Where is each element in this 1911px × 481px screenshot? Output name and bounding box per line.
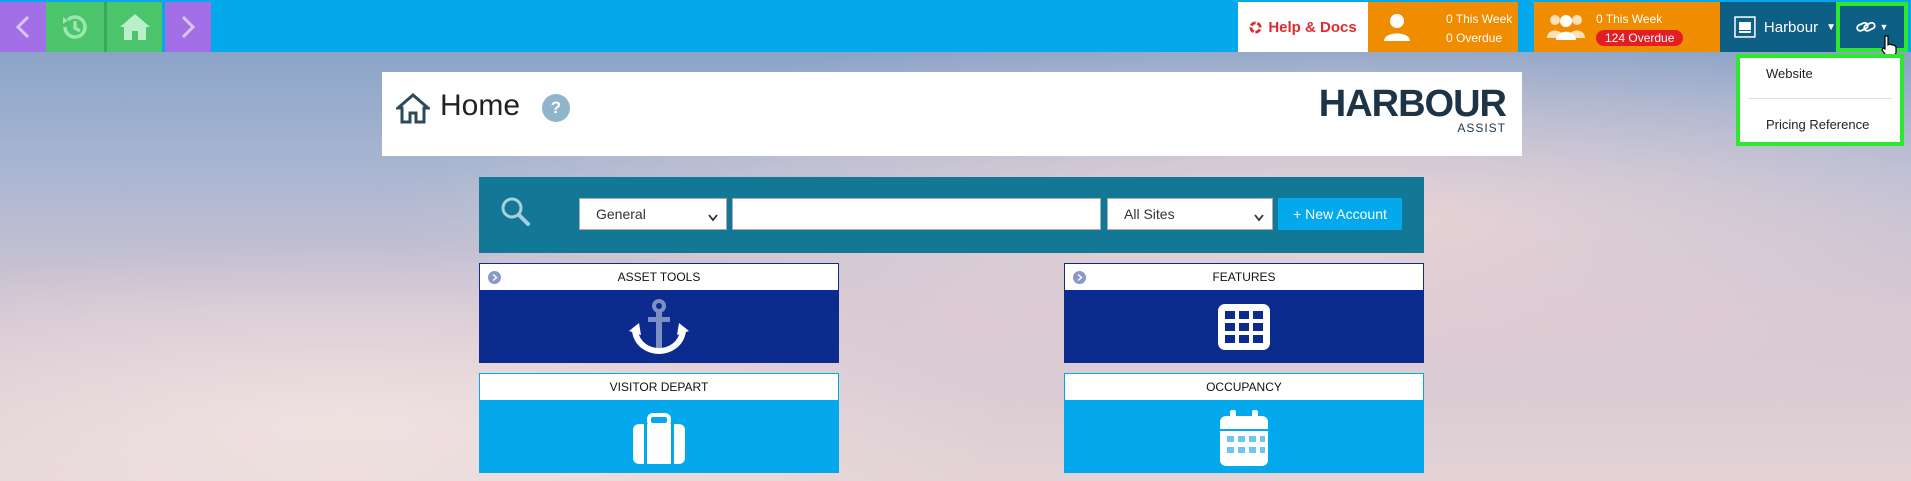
my-tasks-button[interactable]: 0 This Week 0 Overdue: [1368, 2, 1518, 52]
my-tasks-this-week: 0 This Week: [1446, 12, 1513, 26]
search-input[interactable]: [732, 198, 1101, 230]
tile-label: VISITOR DEPART: [479, 373, 839, 401]
site-select-value: All Sites: [1124, 206, 1175, 222]
chevron-right-icon: [181, 15, 195, 39]
user-icon: [1384, 14, 1410, 41]
site-select[interactable]: All Sites: [1107, 198, 1273, 230]
harbour-assist-logo: HARBOUR ASSIST: [1318, 83, 1507, 134]
my-tasks-overdue: 0 Overdue: [1446, 31, 1503, 45]
history-button[interactable]: [46, 2, 104, 52]
tile-visitor-depart[interactable]: VISITOR DEPART: [479, 373, 839, 473]
top-bar: Help & Docs 0 This Week 0 Overdue 0 This…: [0, 0, 1911, 52]
tile-label-text: VISITOR DEPART: [609, 380, 709, 394]
chevron-down-icon: [708, 209, 718, 225]
home-button[interactable]: [104, 2, 162, 52]
team-tasks-button[interactable]: 0 This Week 124 Overdue: [1534, 2, 1720, 52]
help-docs-label: Help & Docs: [1268, 18, 1357, 36]
home-icon: [396, 93, 430, 124]
help-docs-link[interactable]: Help & Docs: [1238, 2, 1368, 52]
page-header: Home ? HARBOUR ASSIST: [382, 72, 1522, 156]
tile-occupancy[interactable]: OCCUPANCY: [1064, 373, 1424, 473]
tile-label: ASSET TOOLS: [479, 263, 839, 291]
tile-label-text: FEATURES: [1212, 270, 1276, 284]
search-bar: General All Sites + New Account: [479, 177, 1424, 253]
harbour-logo-icon: [1734, 16, 1756, 38]
team-tasks-this-week: 0 This Week: [1596, 12, 1663, 26]
tile-body[interactable]: [1064, 291, 1424, 363]
harbour-label: Harbour: [1763, 18, 1819, 36]
chevron-right-icon[interactable]: [488, 271, 501, 284]
caret-down-icon: ▼: [1879, 22, 1889, 32]
back-button[interactable]: [0, 2, 46, 52]
dropdown-divider: [1748, 98, 1892, 99]
tile-features[interactable]: FEATURES: [1064, 263, 1424, 363]
tile-body[interactable]: [1064, 401, 1424, 473]
new-account-button[interactable]: + New Account: [1278, 198, 1402, 230]
harbour-menu[interactable]: Harbour ▼: [1720, 2, 1836, 52]
tile-body[interactable]: [479, 401, 839, 473]
help-icon[interactable]: ?: [542, 94, 570, 122]
logo-main: HARBOUR: [1318, 83, 1507, 125]
tile-label: FEATURES: [1064, 263, 1424, 291]
chevron-left-icon: [16, 15, 30, 39]
home-icon: [119, 14, 150, 40]
dropdown-item-pricing-reference[interactable]: Pricing Reference: [1766, 117, 1869, 132]
tile-asset-tools[interactable]: ASSET TOOLS: [479, 263, 839, 363]
links-dropdown: Website Pricing Reference: [1736, 54, 1904, 146]
grid-icon: [1218, 304, 1270, 350]
dropdown-item-website[interactable]: Website: [1766, 66, 1813, 81]
chevron-down-icon: [1254, 209, 1264, 225]
link-icon: [1855, 21, 1876, 32]
forward-button[interactable]: [165, 2, 211, 52]
tile-label-text: ASSET TOOLS: [617, 270, 701, 284]
tile-body[interactable]: [479, 291, 839, 363]
category-select[interactable]: General: [579, 198, 727, 230]
users-icon: [1547, 15, 1585, 40]
page-title: Home: [440, 89, 521, 122]
tile-label-text: OCCUPANCY: [1206, 380, 1282, 394]
calendar-icon: [1220, 410, 1268, 466]
caret-down-icon: ▼: [1826, 21, 1836, 33]
category-select-value: General: [596, 206, 646, 222]
search-icon: [501, 197, 530, 226]
lifebuoy-icon: [1249, 20, 1262, 34]
overdue-badge: 124 Overdue: [1596, 30, 1684, 46]
suitcase-icon: [633, 413, 685, 464]
history-icon: [63, 15, 87, 39]
chevron-right-icon[interactable]: [1073, 271, 1086, 284]
tile-label: OCCUPANCY: [1064, 373, 1424, 401]
anchor-icon: [629, 299, 689, 355]
